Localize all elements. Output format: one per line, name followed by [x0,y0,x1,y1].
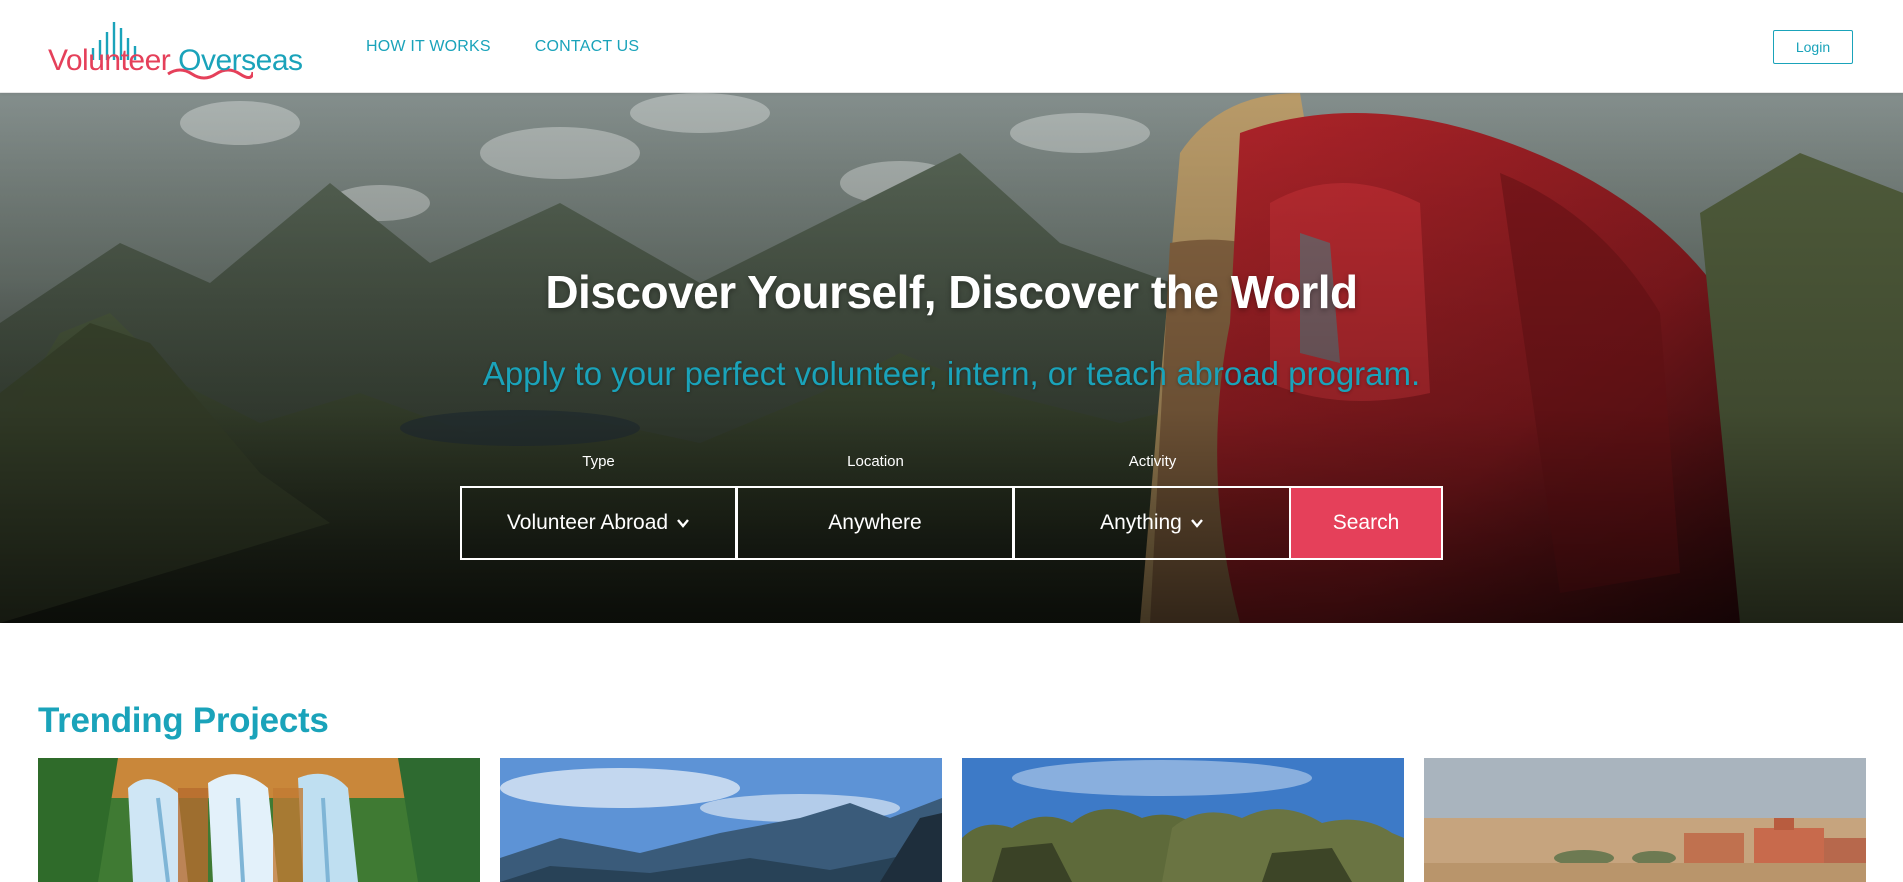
search-button[interactable]: Search [1291,486,1443,560]
logo-word-overseas: Overseas [178,44,303,77]
activity-select-value: Anything [1100,511,1182,534]
rock-cliffs-image [962,758,1404,882]
main-nav: HOW IT WORKS CONTACT US [366,38,639,56]
project-card[interactable] [962,758,1404,882]
mountains-sky-image [500,758,942,882]
nav-how-it-works[interactable]: HOW IT WORKS [366,38,491,56]
site-header: Volunteer Overseas HOW IT WORKS CONTACT … [0,0,1903,93]
search-labels: Type Location Activity [460,453,1460,473]
project-card[interactable] [1424,758,1866,882]
type-label: Type [582,453,615,470]
type-select-value: Volunteer Abroad [506,511,669,534]
chevron-down-icon [677,519,689,528]
hero-subtitle: Apply to your perfect volunteer, intern,… [482,355,1421,392]
hero-section: Discover Yourself, Discover the World Ap… [0,93,1903,623]
location-placeholder: Anywhere [828,511,922,534]
desert-town-image [1424,758,1866,882]
activity-select[interactable]: Anything [1014,486,1291,560]
login-button[interactable]: Login [1773,30,1853,64]
logo[interactable]: Volunteer Overseas [48,14,303,80]
hero-title: Discover Yourself, Discover the World [545,266,1358,318]
location-input[interactable]: Anywhere [737,486,1014,560]
project-card[interactable] [500,758,942,882]
waterfall-image [38,758,480,882]
location-label: Location [847,453,904,470]
nav-contact-us[interactable]: CONTACT US [535,38,640,56]
logo-word-volunteer: Volunteer [48,44,171,77]
search-bar: Volunteer Abroad Anywhere Anything Searc… [460,486,1443,560]
project-card[interactable] [38,758,480,882]
trending-projects-heading: Trending Projects [38,701,329,740]
chevron-down-icon [1190,519,1203,528]
activity-label: Activity [1128,453,1177,470]
trending-cards [38,758,1866,882]
logo-text: Volunteer Overseas [48,44,303,78]
type-select[interactable]: Volunteer Abroad [460,486,737,560]
